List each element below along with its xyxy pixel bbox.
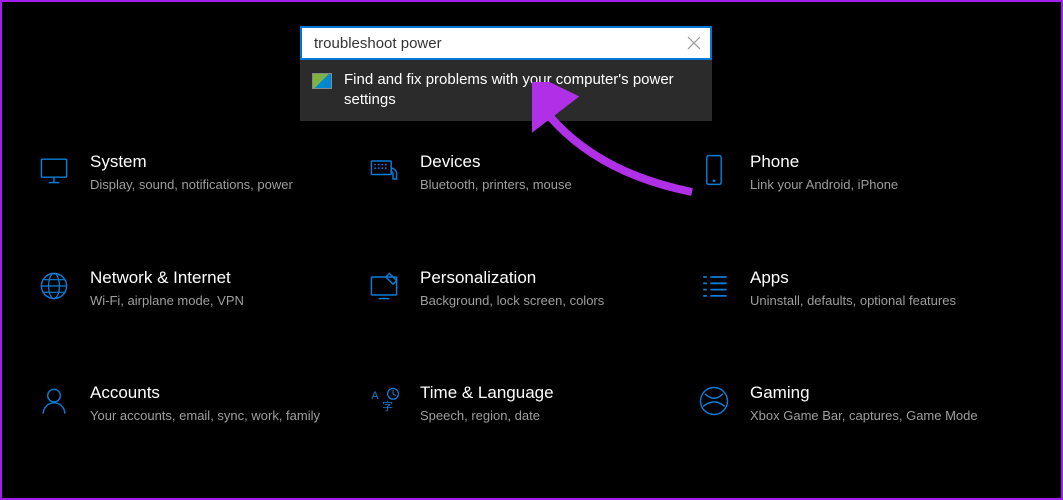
tile-subtitle: Bluetooth, printers, mouse <box>420 176 572 194</box>
svg-text:字: 字 <box>382 400 393 413</box>
tile-title: Time & Language <box>420 383 554 403</box>
tile-title: Devices <box>420 152 572 172</box>
tile-title: Network & Internet <box>90 268 244 288</box>
tile-subtitle: Display, sound, notifications, power <box>90 176 293 194</box>
search-suggestion[interactable]: Find and fix problems with your computer… <box>300 60 712 121</box>
tile-subtitle: Speech, region, date <box>420 407 554 425</box>
tile-title: System <box>90 152 293 172</box>
search-input[interactable] <box>314 35 686 52</box>
tile-title: Accounts <box>90 383 320 403</box>
tile-title: Phone <box>750 152 898 172</box>
tile-title: Gaming <box>750 383 978 403</box>
svg-text:A: A <box>371 390 379 402</box>
accounts-icon <box>36 383 72 419</box>
gaming-icon <box>696 383 732 419</box>
tile-subtitle: Wi-Fi, airplane mode, VPN <box>90 292 244 310</box>
tile-devices[interactable]: Devices Bluetooth, printers, mouse <box>366 152 696 194</box>
tile-system[interactable]: System Display, sound, notifications, po… <box>36 152 366 194</box>
apps-icon <box>696 268 732 304</box>
tile-subtitle: Your accounts, email, sync, work, family <box>90 407 320 425</box>
suggestion-text: Find and fix problems with your computer… <box>344 70 700 111</box>
personalization-icon <box>366 268 402 304</box>
search-container: Find and fix problems with your computer… <box>300 26 712 121</box>
tile-title: Apps <box>750 268 956 288</box>
search-box[interactable] <box>300 26 712 60</box>
tile-subtitle: Link your Android, iPhone <box>750 176 898 194</box>
time-language-icon: A 字 <box>366 383 402 419</box>
tile-subtitle: Uninstall, defaults, optional features <box>750 292 956 310</box>
settings-grid: System Display, sound, notifications, po… <box>36 152 1041 425</box>
tile-accounts[interactable]: Accounts Your accounts, email, sync, wor… <box>36 383 366 425</box>
clear-icon[interactable] <box>686 35 702 51</box>
tile-title: Personalization <box>420 268 604 288</box>
globe-icon <box>36 268 72 304</box>
tile-subtitle: Xbox Game Bar, captures, Game Mode <box>750 407 978 425</box>
tile-time-language[interactable]: A 字 Time & Language Speech, region, date <box>366 383 696 425</box>
tile-apps[interactable]: Apps Uninstall, defaults, optional featu… <box>696 268 1026 310</box>
devices-icon <box>366 152 402 188</box>
troubleshoot-icon <box>312 73 332 89</box>
tile-phone[interactable]: Phone Link your Android, iPhone <box>696 152 1026 194</box>
system-icon <box>36 152 72 188</box>
tile-network[interactable]: Network & Internet Wi-Fi, airplane mode,… <box>36 268 366 310</box>
tile-gaming[interactable]: Gaming Xbox Game Bar, captures, Game Mod… <box>696 383 1026 425</box>
tile-subtitle: Background, lock screen, colors <box>420 292 604 310</box>
tile-personalization[interactable]: Personalization Background, lock screen,… <box>366 268 696 310</box>
phone-icon <box>696 152 732 188</box>
